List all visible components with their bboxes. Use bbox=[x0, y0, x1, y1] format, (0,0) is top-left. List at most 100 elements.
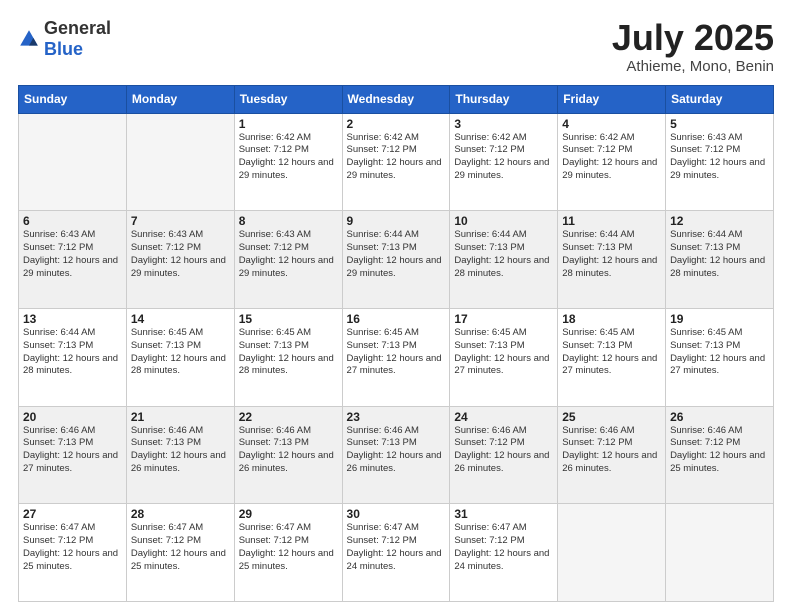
day-info: Sunrise: 6:43 AM Sunset: 7:12 PM Dayligh… bbox=[131, 229, 230, 280]
day-number: 8 bbox=[239, 214, 338, 228]
calendar-week-row: 27Sunrise: 6:47 AM Sunset: 7:12 PM Dayli… bbox=[19, 504, 774, 602]
day-info: Sunrise: 6:45 AM Sunset: 7:13 PM Dayligh… bbox=[454, 327, 553, 378]
page: General Blue July 2025 Athieme, Mono, Be… bbox=[0, 0, 792, 612]
day-info: Sunrise: 6:44 AM Sunset: 7:13 PM Dayligh… bbox=[454, 229, 553, 280]
day-info: Sunrise: 6:45 AM Sunset: 7:13 PM Dayligh… bbox=[347, 327, 446, 378]
day-info: Sunrise: 6:47 AM Sunset: 7:12 PM Dayligh… bbox=[131, 522, 230, 573]
table-row: 2Sunrise: 6:42 AM Sunset: 7:12 PM Daylig… bbox=[342, 113, 450, 211]
day-number: 20 bbox=[23, 410, 122, 424]
day-info: Sunrise: 6:46 AM Sunset: 7:13 PM Dayligh… bbox=[131, 425, 230, 476]
day-number: 21 bbox=[131, 410, 230, 424]
day-info: Sunrise: 6:47 AM Sunset: 7:12 PM Dayligh… bbox=[239, 522, 338, 573]
day-info: Sunrise: 6:44 AM Sunset: 7:13 PM Dayligh… bbox=[23, 327, 122, 378]
table-row: 24Sunrise: 6:46 AM Sunset: 7:12 PM Dayli… bbox=[450, 406, 558, 504]
table-row: 29Sunrise: 6:47 AM Sunset: 7:12 PM Dayli… bbox=[234, 504, 342, 602]
day-number: 24 bbox=[454, 410, 553, 424]
table-row: 20Sunrise: 6:46 AM Sunset: 7:13 PM Dayli… bbox=[19, 406, 127, 504]
day-number: 17 bbox=[454, 312, 553, 326]
day-number: 15 bbox=[239, 312, 338, 326]
day-number: 1 bbox=[239, 117, 338, 131]
weekday-header-row: Sunday Monday Tuesday Wednesday Thursday… bbox=[19, 85, 774, 113]
day-info: Sunrise: 6:46 AM Sunset: 7:13 PM Dayligh… bbox=[23, 425, 122, 476]
logo: General Blue bbox=[18, 18, 111, 60]
table-row: 15Sunrise: 6:45 AM Sunset: 7:13 PM Dayli… bbox=[234, 308, 342, 406]
table-row bbox=[126, 113, 234, 211]
table-row: 11Sunrise: 6:44 AM Sunset: 7:13 PM Dayli… bbox=[558, 211, 666, 309]
table-row: 31Sunrise: 6:47 AM Sunset: 7:12 PM Dayli… bbox=[450, 504, 558, 602]
table-row: 28Sunrise: 6:47 AM Sunset: 7:12 PM Dayli… bbox=[126, 504, 234, 602]
day-info: Sunrise: 6:42 AM Sunset: 7:12 PM Dayligh… bbox=[239, 132, 338, 183]
table-row: 19Sunrise: 6:45 AM Sunset: 7:13 PM Dayli… bbox=[666, 308, 774, 406]
day-info: Sunrise: 6:44 AM Sunset: 7:13 PM Dayligh… bbox=[347, 229, 446, 280]
day-number: 6 bbox=[23, 214, 122, 228]
table-row: 3Sunrise: 6:42 AM Sunset: 7:12 PM Daylig… bbox=[450, 113, 558, 211]
table-row bbox=[666, 504, 774, 602]
day-number: 18 bbox=[562, 312, 661, 326]
header-thursday: Thursday bbox=[450, 85, 558, 113]
table-row: 23Sunrise: 6:46 AM Sunset: 7:13 PM Dayli… bbox=[342, 406, 450, 504]
day-info: Sunrise: 6:46 AM Sunset: 7:13 PM Dayligh… bbox=[347, 425, 446, 476]
day-number: 14 bbox=[131, 312, 230, 326]
table-row: 4Sunrise: 6:42 AM Sunset: 7:12 PM Daylig… bbox=[558, 113, 666, 211]
table-row: 27Sunrise: 6:47 AM Sunset: 7:12 PM Dayli… bbox=[19, 504, 127, 602]
day-info: Sunrise: 6:47 AM Sunset: 7:12 PM Dayligh… bbox=[454, 522, 553, 573]
title-location: Athieme, Mono, Benin bbox=[612, 58, 774, 75]
day-info: Sunrise: 6:43 AM Sunset: 7:12 PM Dayligh… bbox=[670, 132, 769, 183]
logo-general: General bbox=[44, 18, 111, 38]
table-row: 14Sunrise: 6:45 AM Sunset: 7:13 PM Dayli… bbox=[126, 308, 234, 406]
day-number: 26 bbox=[670, 410, 769, 424]
day-number: 19 bbox=[670, 312, 769, 326]
table-row: 9Sunrise: 6:44 AM Sunset: 7:13 PM Daylig… bbox=[342, 211, 450, 309]
logo-blue: Blue bbox=[44, 39, 83, 59]
calendar-week-row: 13Sunrise: 6:44 AM Sunset: 7:13 PM Dayli… bbox=[19, 308, 774, 406]
header-saturday: Saturday bbox=[666, 85, 774, 113]
day-info: Sunrise: 6:46 AM Sunset: 7:12 PM Dayligh… bbox=[562, 425, 661, 476]
day-number: 29 bbox=[239, 507, 338, 521]
day-info: Sunrise: 6:47 AM Sunset: 7:12 PM Dayligh… bbox=[23, 522, 122, 573]
header-monday: Monday bbox=[126, 85, 234, 113]
day-info: Sunrise: 6:46 AM Sunset: 7:13 PM Dayligh… bbox=[239, 425, 338, 476]
day-number: 5 bbox=[670, 117, 769, 131]
day-info: Sunrise: 6:43 AM Sunset: 7:12 PM Dayligh… bbox=[23, 229, 122, 280]
table-row bbox=[19, 113, 127, 211]
table-row: 17Sunrise: 6:45 AM Sunset: 7:13 PM Dayli… bbox=[450, 308, 558, 406]
logo-text: General Blue bbox=[44, 18, 111, 60]
day-number: 12 bbox=[670, 214, 769, 228]
table-row: 10Sunrise: 6:44 AM Sunset: 7:13 PM Dayli… bbox=[450, 211, 558, 309]
table-row: 6Sunrise: 6:43 AM Sunset: 7:12 PM Daylig… bbox=[19, 211, 127, 309]
day-info: Sunrise: 6:45 AM Sunset: 7:13 PM Dayligh… bbox=[239, 327, 338, 378]
calendar-table: Sunday Monday Tuesday Wednesday Thursday… bbox=[18, 85, 774, 602]
header-friday: Friday bbox=[558, 85, 666, 113]
day-info: Sunrise: 6:42 AM Sunset: 7:12 PM Dayligh… bbox=[347, 132, 446, 183]
day-number: 9 bbox=[347, 214, 446, 228]
day-info: Sunrise: 6:42 AM Sunset: 7:12 PM Dayligh… bbox=[562, 132, 661, 183]
table-row: 16Sunrise: 6:45 AM Sunset: 7:13 PM Dayli… bbox=[342, 308, 450, 406]
title-block: July 2025 Athieme, Mono, Benin bbox=[612, 18, 774, 75]
day-number: 4 bbox=[562, 117, 661, 131]
calendar-week-row: 1Sunrise: 6:42 AM Sunset: 7:12 PM Daylig… bbox=[19, 113, 774, 211]
table-row: 18Sunrise: 6:45 AM Sunset: 7:13 PM Dayli… bbox=[558, 308, 666, 406]
day-number: 7 bbox=[131, 214, 230, 228]
day-info: Sunrise: 6:46 AM Sunset: 7:12 PM Dayligh… bbox=[670, 425, 769, 476]
header-tuesday: Tuesday bbox=[234, 85, 342, 113]
table-row bbox=[558, 504, 666, 602]
calendar-week-row: 20Sunrise: 6:46 AM Sunset: 7:13 PM Dayli… bbox=[19, 406, 774, 504]
table-row: 12Sunrise: 6:44 AM Sunset: 7:13 PM Dayli… bbox=[666, 211, 774, 309]
day-info: Sunrise: 6:43 AM Sunset: 7:12 PM Dayligh… bbox=[239, 229, 338, 280]
day-info: Sunrise: 6:46 AM Sunset: 7:12 PM Dayligh… bbox=[454, 425, 553, 476]
day-info: Sunrise: 6:42 AM Sunset: 7:12 PM Dayligh… bbox=[454, 132, 553, 183]
day-info: Sunrise: 6:44 AM Sunset: 7:13 PM Dayligh… bbox=[562, 229, 661, 280]
calendar-week-row: 6Sunrise: 6:43 AM Sunset: 7:12 PM Daylig… bbox=[19, 211, 774, 309]
day-number: 25 bbox=[562, 410, 661, 424]
day-number: 23 bbox=[347, 410, 446, 424]
day-number: 2 bbox=[347, 117, 446, 131]
day-number: 16 bbox=[347, 312, 446, 326]
day-number: 10 bbox=[454, 214, 553, 228]
title-month-year: July 2025 bbox=[612, 18, 774, 58]
table-row: 21Sunrise: 6:46 AM Sunset: 7:13 PM Dayli… bbox=[126, 406, 234, 504]
table-row: 7Sunrise: 6:43 AM Sunset: 7:12 PM Daylig… bbox=[126, 211, 234, 309]
day-number: 28 bbox=[131, 507, 230, 521]
day-number: 11 bbox=[562, 214, 661, 228]
header-sunday: Sunday bbox=[19, 85, 127, 113]
logo-icon bbox=[18, 28, 40, 50]
